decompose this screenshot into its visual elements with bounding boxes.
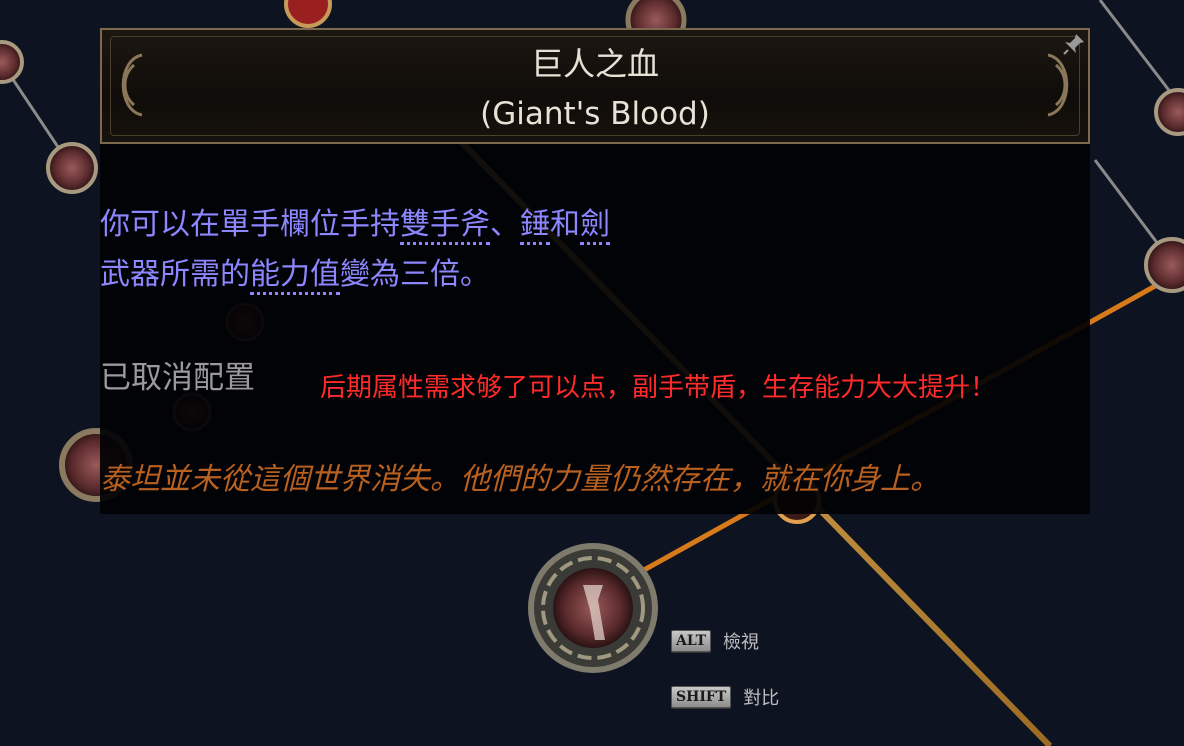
passive-node[interactable]	[1144, 237, 1184, 293]
passive-node[interactable]	[46, 142, 98, 194]
hint-alt-inspect: ALT 檢視	[671, 628, 759, 654]
notable-node-giants-blood[interactable]	[528, 543, 658, 673]
desc-text: 變為三倍。	[340, 257, 490, 292]
hint-label-inspect: 檢視	[722, 632, 759, 653]
allocation-status: 已取消配置	[100, 360, 255, 396]
desc-text: 和	[550, 207, 580, 242]
flavor-text: 泰坦並未從這個世界消失。他們的力量仍然存在，就在你身上。	[100, 462, 940, 497]
hint-label-compare: 對比	[743, 688, 780, 709]
tooltip-header: 巨人之血 (Giant's Blood)	[100, 28, 1090, 144]
keyword-mace[interactable]: 錘	[520, 207, 550, 245]
passive-node[interactable]	[284, 0, 332, 28]
keyword-two-handed-axe[interactable]: 雙手斧	[400, 207, 490, 245]
desc-text: 、	[490, 207, 520, 242]
passive-node[interactable]	[1154, 88, 1184, 136]
skill-tooltip: 巨人之血 (Giant's Blood) 你可以在單手欄位手持雙手斧、錘和劍 武…	[100, 28, 1090, 514]
alt-key-icon: ALT	[671, 630, 711, 652]
description-line-2: 武器所需的能力值變為三倍。	[100, 250, 610, 300]
skill-title-chinese: 巨人之血	[530, 45, 659, 83]
hint-shift-compare: SHIFT 對比	[671, 684, 779, 710]
pin-icon[interactable]	[1062, 32, 1086, 56]
keyword-sword[interactable]: 劍	[580, 207, 610, 245]
desc-text: 武器所需的	[100, 257, 250, 292]
player-note-overlay: 后期属性需求够了可以点，副手带盾，生存能力大大提升！	[320, 373, 997, 403]
desc-text: 你可以在單手欄位手持	[100, 207, 400, 242]
description-line-1: 你可以在單手欄位手持雙手斧、錘和劍	[100, 200, 610, 250]
keyword-attributes[interactable]: 能力值	[250, 257, 340, 295]
passive-node[interactable]	[0, 40, 24, 84]
skill-title-english: (Giant's Blood)	[480, 96, 710, 132]
skill-description: 你可以在單手欄位手持雙手斧、錘和劍 武器所需的能力值變為三倍。	[100, 200, 610, 300]
shift-key-icon: SHIFT	[671, 686, 732, 708]
